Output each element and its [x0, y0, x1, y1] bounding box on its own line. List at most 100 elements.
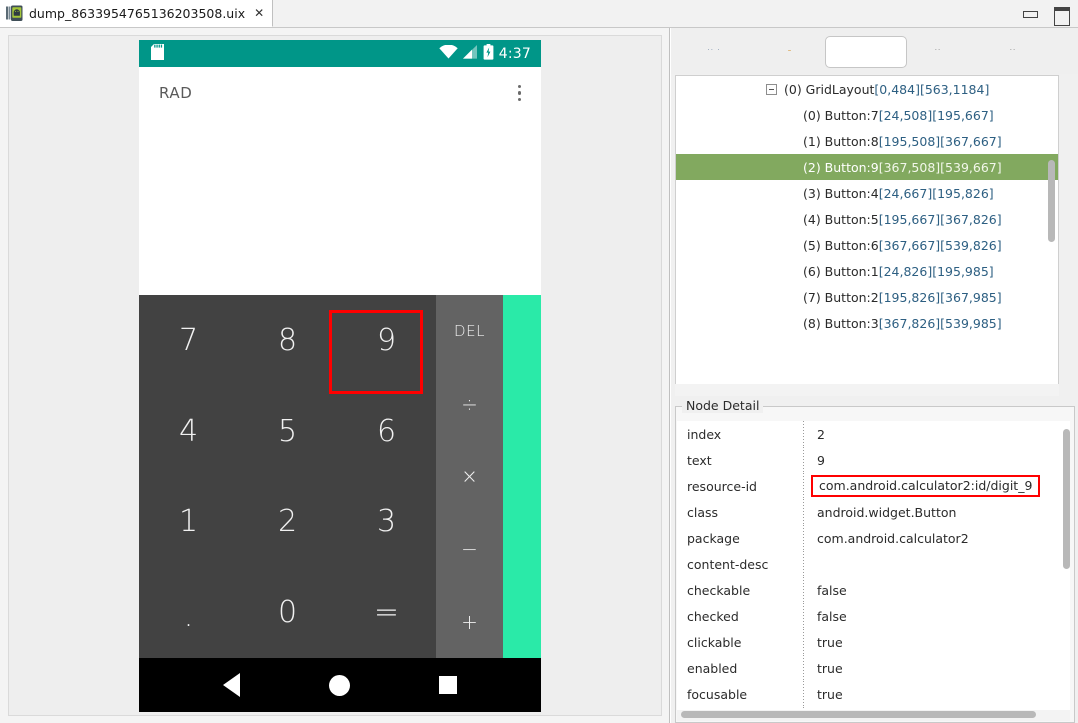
- key-6[interactable]: 6: [337, 386, 436, 477]
- tree-node-row[interactable]: (8) Button:3 [367,826][539,985]: [676, 310, 1058, 336]
- back-triangle-icon[interactable]: [223, 673, 241, 697]
- tree-node-bounds: [195,826][367,985]: [878, 289, 1002, 305]
- calculator-display[interactable]: [139, 119, 541, 295]
- window-controls: [1022, 0, 1070, 27]
- node-detail-key: checked: [687, 608, 739, 624]
- tree-node-row[interactable]: (1) Button:8 [195,508][367,667]: [676, 128, 1058, 154]
- node-detail-panel: Node Detail index 2 text 9 resource-id com.an…: [675, 398, 1075, 723]
- key-equals[interactable]: =: [337, 567, 436, 658]
- tree-node-row[interactable]: (5) Button:6 [367,667][539,826]: [676, 232, 1058, 258]
- node-detail-row[interactable]: text 9: [677, 447, 1070, 473]
- overflow-menu-icon[interactable]: [514, 81, 526, 106]
- node-detail-value: true: [817, 686, 843, 702]
- key-3[interactable]: 3: [337, 477, 436, 568]
- save-icon[interactable]: –: [781, 45, 799, 55]
- tree-node-label: (8) Button:3: [803, 315, 879, 331]
- tree-node-label: (5) Button:6: [803, 237, 879, 253]
- angle-mode-label[interactable]: RAD: [159, 84, 192, 102]
- node-detail-row[interactable]: class android.widget.Button: [677, 499, 1070, 525]
- node-detail-value: false: [817, 582, 847, 598]
- key-8[interactable]: 8: [238, 295, 337, 386]
- key-divide[interactable]: ÷: [436, 368, 503, 441]
- home-circle-icon[interactable]: [328, 674, 350, 696]
- key-subtract[interactable]: −: [436, 513, 503, 586]
- tree-vertical-scrollbar[interactable]: [1048, 160, 1055, 242]
- column-divider: [803, 473, 804, 499]
- key-1[interactable]: 1: [139, 477, 238, 568]
- key-2[interactable]: 2: [238, 477, 337, 568]
- tree-node-row[interactable]: (0) Button:7 [24,508][195,667]: [676, 102, 1058, 128]
- status-clock: 4:37: [498, 45, 531, 62]
- column-divider: [803, 421, 804, 447]
- node-detail-key: content-desc: [687, 556, 769, 572]
- node-detail-row[interactable]: focusable true: [677, 681, 1070, 707]
- device-screenshot[interactable]: 4:37 RAD 7 8 9 4 5 6 1 2 3 . 0 = DEL ÷ ×…: [139, 40, 541, 712]
- android-status-bar: 4:37: [139, 40, 541, 67]
- node-detail-key: enabled: [687, 660, 738, 676]
- tree-node-bounds: [24,508][195,667]: [878, 107, 994, 123]
- tab-close-icon[interactable]: ✕: [254, 7, 264, 19]
- sdcard-icon: [151, 43, 164, 64]
- tree-node-row[interactable]: (4) Button:5 [195,667][367,826]: [676, 206, 1058, 232]
- title-bar: dump_8633954765136203508.uix ✕: [0, 0, 1078, 28]
- tree-node-label: (0) Button:7: [803, 107, 879, 123]
- tree-node-row[interactable]: (0) GridLayout [0,484][563,1184]: [676, 76, 1058, 102]
- node-detail-title: Node Detail: [682, 398, 764, 413]
- column-divider: [803, 603, 804, 629]
- tree-node-label: (0) GridLayout: [784, 81, 875, 97]
- key-5[interactable]: 5: [238, 386, 337, 477]
- tree-node-bounds: [24,826][195,985]: [878, 263, 994, 279]
- node-detail-row[interactable]: checked false: [677, 603, 1070, 629]
- accent-strip: [503, 295, 541, 658]
- key-add[interactable]: +: [436, 585, 503, 658]
- recents-square-icon[interactable]: [438, 676, 457, 694]
- tree-node-label: (1) Button:8: [803, 133, 879, 149]
- tree-node-row[interactable]: (3) Button:4 [24,667][195,826]: [676, 180, 1058, 206]
- minimize-button[interactable]: [1022, 7, 1038, 21]
- editor-tab[interactable]: dump_8633954765136203508.uix ✕: [0, 0, 274, 27]
- maximize-button[interactable]: [1053, 6, 1070, 26]
- tree-horizontal-scrollbar-track[interactable]: [675, 384, 1059, 396]
- tree-node-row[interactable]: (6) Button:1 [24,826][195,985]: [676, 258, 1058, 284]
- node-detail-row[interactable]: package com.android.calculator2: [677, 525, 1070, 551]
- node-detail-vertical-scrollbar[interactable]: [1063, 429, 1070, 569]
- zoom-out-icon[interactable]: ··: [929, 45, 947, 55]
- tree-node-label: (7) Button:2: [803, 289, 879, 305]
- zoom-in-icon[interactable]: ··: [1004, 45, 1022, 55]
- node-detail-row[interactable]: content-desc: [677, 551, 1070, 577]
- node-detail-row[interactable]: enabled true: [677, 655, 1070, 681]
- key-9[interactable]: 9: [337, 295, 436, 386]
- tree-node-row[interactable]: (7) Button:2 [195,826][367,985]: [676, 284, 1058, 310]
- tree-node-bounds: [367,508][539,667]: [878, 159, 1002, 175]
- node-detail-key: class: [687, 504, 719, 520]
- node-detail-row[interactable]: clickable true: [677, 629, 1070, 655]
- node-tree[interactable]: (0) GridLayout [0,484][563,1184] (0) Butt…: [675, 75, 1059, 391]
- node-detail-horizontal-scrollbar-track[interactable]: [677, 710, 1070, 721]
- search-input[interactable]: [825, 36, 907, 68]
- collapse-toggle-icon[interactable]: [766, 83, 777, 95]
- screenshot-panel: 4:37 RAD 7 8 9 4 5 6 1 2 3 . 0 = DEL ÷ ×…: [0, 28, 670, 723]
- inspector-panel: ·· · – ·· ·· (0) GridLayout [0,484][563,…: [671, 28, 1078, 723]
- open-icon[interactable]: ·· ·: [705, 45, 723, 55]
- node-detail-value: true: [817, 660, 843, 676]
- column-divider: [803, 551, 804, 577]
- key-7[interactable]: 7: [139, 295, 238, 386]
- tree-node-row[interactable]: (2) Button:9 [367,508][539,667]: [676, 154, 1058, 180]
- screenshot-canvas[interactable]: 4:37 RAD 7 8 9 4 5 6 1 2 3 . 0 = DEL ÷ ×…: [8, 35, 662, 716]
- tree-node-bounds: [0,484][563,1184]: [874, 81, 990, 97]
- key-delete[interactable]: DEL: [436, 295, 503, 368]
- node-detail-horizontal-scrollbar[interactable]: [681, 711, 1036, 718]
- key-decimal[interactable]: .: [139, 567, 238, 658]
- calculator-app-bar: RAD: [139, 67, 541, 119]
- tree-node-bounds: [367,826][539,985]: [878, 315, 1002, 331]
- node-detail-row[interactable]: resource-id com.android.calculator2:id/di…: [677, 473, 1070, 499]
- key-4[interactable]: 4: [139, 386, 238, 477]
- inspector-toolbar: ·· · – ·· ··: [671, 28, 1078, 74]
- node-detail-row[interactable]: index 2: [677, 421, 1070, 447]
- tree-node-label: (4) Button:5: [803, 211, 879, 227]
- key-0[interactable]: 0: [238, 567, 337, 658]
- node-detail-key: index: [687, 426, 722, 442]
- node-detail-row[interactable]: checkable false: [677, 577, 1070, 603]
- column-divider: [803, 655, 804, 681]
- key-multiply[interactable]: ×: [436, 440, 503, 513]
